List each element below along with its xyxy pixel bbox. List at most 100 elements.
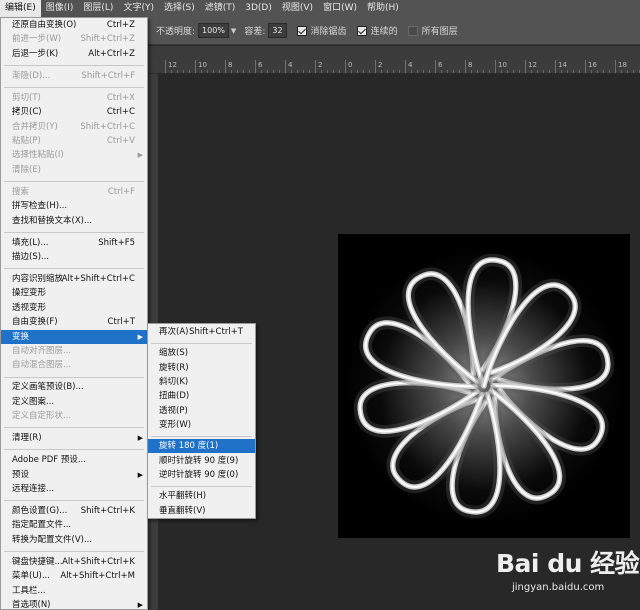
tolerance-label: 容差: (244, 27, 266, 37)
menu-item-shortcut: Shift+Ctrl+F (81, 70, 135, 81)
all-layers-checkbox[interactable] (407, 25, 418, 36)
ruler-minor-tick (387, 70, 388, 73)
menu-item[interactable]: 远程连接... (1, 482, 147, 496)
options-bar: 不透明度: 100% ▼ 容差: 32 消除锯齿 连续的 所有图层 (148, 17, 640, 45)
menu-item: 定义自定形状... (1, 409, 147, 423)
ruler-minor-tick (201, 70, 202, 73)
menu-item[interactable]: 操控变形 (1, 286, 147, 300)
menu-item[interactable]: 拼写检查(H)... (1, 199, 147, 213)
menubar-item[interactable]: 帮助(H) (362, 0, 404, 17)
tolerance-field[interactable]: 32 (268, 23, 287, 38)
watermark-url: jingyan.baidu.com (512, 582, 605, 593)
antialias-checkbox[interactable] (296, 25, 307, 36)
ruler-minor-tick (399, 70, 400, 73)
menu-item[interactable]: 填充(L)... Shift+F5 (1, 236, 147, 250)
menu-item[interactable]: Adobe PDF 预设... (1, 453, 147, 467)
menubar-item[interactable]: 图层(L) (78, 0, 118, 17)
menu-item-label: 描边(S)... (12, 252, 50, 262)
menu-item[interactable]: 后退一步(K) Alt+Ctrl+Z (1, 47, 147, 61)
menu-item[interactable]: 旋转 180 度(1) (148, 439, 255, 454)
menu-item[interactable]: 逆时针旋转 90 度(0) (148, 468, 255, 482)
menu-item-label: 透视变形 (12, 302, 47, 313)
menu-item[interactable]: 缩放(S) (148, 346, 255, 360)
menubar-item[interactable]: 选择(S) (159, 0, 200, 17)
menu-item[interactable]: 查找和替换文本(X)... (1, 214, 147, 228)
ruler-minor-tick (591, 70, 592, 73)
menu-item[interactable]: 拷贝(C) Ctrl+C (1, 105, 147, 119)
menubar-item[interactable]: 图像(I) (41, 0, 79, 17)
submenu-arrow-icon: ▶ (137, 332, 143, 341)
menu-item[interactable]: 扭曲(D) (148, 389, 255, 403)
menubar-item[interactable]: 滤镜(T) (200, 0, 241, 17)
menu-item-label: 定义画笔预设(B)... (12, 382, 84, 393)
menubar-item[interactable]: 3D(D) (240, 0, 277, 17)
menu-item: 自动混合图层... (1, 358, 147, 372)
opacity-field[interactable]: 100% (198, 23, 229, 38)
menu-item-shortcut: Shift+F5 (98, 237, 135, 248)
menu-item[interactable]: 工具栏... (1, 584, 147, 598)
menu-item[interactable]: 透视变形 (1, 301, 147, 315)
menu-item[interactable]: 预设 ▶ (1, 468, 147, 482)
menu-item-label: 操控变形 (12, 288, 47, 299)
menubar-item[interactable]: 编辑(E) (0, 0, 41, 17)
menu-item[interactable]: 定义图案... (1, 395, 147, 409)
menu-item-label: 清理(R) (12, 433, 42, 444)
ruler-minor-tick (219, 70, 220, 73)
ruler-minor-tick (363, 70, 364, 73)
menu-item[interactable]: 内容识别缩放 Alt+Shift+Ctrl+C (1, 272, 147, 286)
all-layers-label: 所有图层 (421, 27, 458, 37)
chevron-down-icon[interactable]: ▼ (231, 27, 236, 35)
menubar-item[interactable]: 文字(Y) (118, 0, 159, 17)
menu-item[interactable]: 再次(A) Shift+Ctrl+T (148, 325, 255, 339)
menu-item[interactable]: 斜切(K) (148, 375, 255, 389)
menu-item-label: 自由变换(F) (12, 317, 58, 328)
menu-item[interactable]: 自由变换(F) Ctrl+T (1, 315, 147, 329)
menu-item[interactable]: 顺时针旋转 90 度(9) (148, 454, 255, 468)
menu-item-label: 指定配置文件... (12, 520, 72, 531)
menu-item-label: Adobe PDF 预设... (12, 455, 86, 466)
menu-item[interactable]: 清理(R) ▶ (1, 431, 147, 445)
menu-item[interactable]: 描边(S)... (1, 250, 147, 264)
menu-item[interactable]: 变形(W) (148, 418, 255, 432)
menu-item-label: 预设 (12, 469, 30, 480)
menu-item[interactable]: 变换 ▶ (1, 329, 147, 344)
ruler-minor-tick (369, 70, 370, 73)
menu-item[interactable]: 首选项(N) ▶ (1, 598, 147, 610)
menubar-item[interactable]: 视图(V) (277, 0, 318, 17)
menu-item-label: 远程连接... (12, 484, 55, 494)
menu-separator (4, 376, 144, 378)
ruler-minor-tick (561, 70, 562, 73)
menu-item[interactable]: 菜单(U)... Alt+Shift+Ctrl+M (1, 569, 147, 583)
menu-separator (4, 500, 144, 502)
menu-item[interactable]: 旋转(R) (148, 361, 255, 375)
ruler-minor-tick (411, 70, 412, 73)
menu-item: 前进一步(W) Shift+Ctrl+Z (1, 32, 147, 46)
ruler-minor-tick (267, 70, 268, 73)
contiguous-checkbox[interactable] (356, 25, 367, 36)
submenu-arrow-icon: ▶ (137, 434, 143, 443)
menu-item-label: 自动混合图层... (12, 360, 72, 371)
menu-item-label: 键盘快捷键... (12, 556, 63, 567)
menu-item[interactable]: 转换为配置文件(V)... (1, 533, 147, 547)
canvas-artwork[interactable] (338, 234, 630, 538)
ruler-minor-tick (231, 70, 232, 73)
submenu-arrow-icon: ▶ (137, 151, 143, 160)
menu-item-label: 逆时针旋转 90 度(0) (159, 470, 239, 481)
menubar-item[interactable]: 窗口(W) (318, 0, 362, 17)
ruler-minor-tick (597, 70, 598, 73)
menu-item[interactable]: 垂直翻转(V) (148, 504, 255, 518)
menu-item[interactable]: 水平翻转(H) (148, 489, 255, 503)
menu-item-shortcut: Shift+Ctrl+T (189, 327, 243, 337)
menu-item[interactable]: 还原自由变换(O) Ctrl+Z (1, 18, 147, 32)
menu-item[interactable]: 透视(P) (148, 404, 255, 418)
ruler-minor-tick (333, 70, 334, 73)
menu-item[interactable]: 颜色设置(G)... Shift+Ctrl+K (1, 504, 147, 518)
ruler-minor-tick (309, 70, 310, 73)
ruler-minor-tick (441, 70, 442, 73)
submenu-arrow-icon: ▶ (137, 470, 143, 479)
menu-item[interactable]: 定义画笔预设(B)... (1, 380, 147, 394)
menu-item[interactable]: 键盘快捷键... Alt+Shift+Ctrl+K (1, 555, 147, 569)
menu-item[interactable]: 指定配置文件... (1, 518, 147, 532)
menu-item-label: 粘贴(P) (12, 136, 41, 146)
menu-item: 搜索 Ctrl+F (1, 185, 147, 199)
